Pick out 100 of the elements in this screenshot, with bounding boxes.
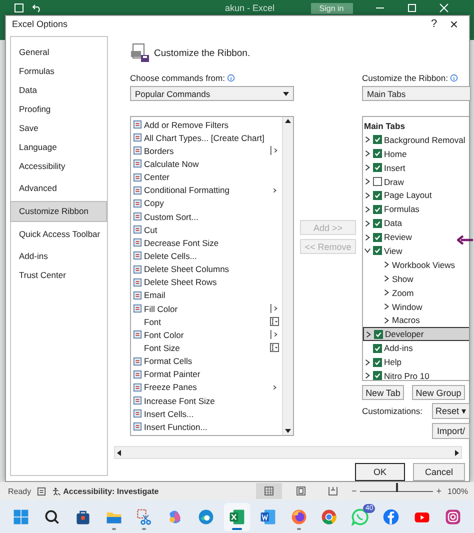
checkbox[interactable] xyxy=(374,330,383,339)
help-button[interactable]: ? xyxy=(427,18,441,30)
undo-icon[interactable] xyxy=(32,3,42,13)
nav-item[interactable]: Formulas xyxy=(11,62,107,81)
checkbox[interactable] xyxy=(373,344,382,353)
command-item[interactable]: Center xyxy=(144,172,170,182)
checkbox[interactable] xyxy=(373,177,382,186)
expand-icon[interactable] xyxy=(364,234,371,241)
tree-item[interactable]: Formulas xyxy=(384,204,420,214)
tree-item[interactable]: Macros xyxy=(392,315,420,326)
nav-item[interactable]: Language xyxy=(11,138,107,157)
tree-item[interactable]: Home xyxy=(384,148,407,159)
new-group-button[interactable]: New Group xyxy=(412,385,465,400)
command-item[interactable]: Copy xyxy=(144,198,164,208)
nav-item[interactable]: Accessibility xyxy=(11,157,107,176)
tree-item[interactable]: Data xyxy=(384,218,402,228)
reset-button[interactable]: Reset ▾ xyxy=(432,403,470,419)
tree-item[interactable]: Add-ins xyxy=(384,343,413,354)
scroll-up-icon[interactable] xyxy=(284,117,292,125)
accessibility-icon[interactable] xyxy=(52,486,62,496)
checkbox[interactable] xyxy=(373,149,382,158)
command-item[interactable]: Cut xyxy=(144,224,158,235)
checkbox[interactable] xyxy=(373,358,382,367)
command-item[interactable]: Insert Cells... xyxy=(144,408,194,419)
command-item[interactable]: All Chart Types... [Create Chart] xyxy=(144,132,264,143)
command-item[interactable]: Borders xyxy=(144,146,174,156)
expand-icon[interactable] xyxy=(364,372,371,380)
ok-button[interactable]: OK xyxy=(355,463,405,481)
expand-icon[interactable] xyxy=(364,192,371,199)
command-item[interactable]: Custom Sort... xyxy=(144,212,198,222)
expand-icon[interactable] xyxy=(364,178,371,185)
tree-item[interactable]: Zoom xyxy=(392,288,414,298)
scroll-right-icon[interactable] xyxy=(453,448,461,456)
tree-item[interactable]: Help xyxy=(384,357,402,368)
scroll-left-icon[interactable] xyxy=(115,448,123,456)
commands-dropdown[interactable]: Popular Commands xyxy=(130,86,294,101)
command-item[interactable]: Font xyxy=(144,316,162,327)
tree-item[interactable]: Page Layout xyxy=(384,190,432,200)
checkbox[interactable] xyxy=(373,232,382,242)
nav-item[interactable]: Save xyxy=(11,119,107,138)
expand-icon[interactable] xyxy=(364,136,371,144)
expand-icon[interactable] xyxy=(364,220,371,227)
checkbox[interactable] xyxy=(373,246,382,256)
command-item[interactable]: Format Cells xyxy=(144,356,192,366)
nav-item[interactable]: Proofing xyxy=(11,100,107,119)
expand-icon[interactable] xyxy=(365,330,372,338)
dropdown-arrow-icon[interactable] xyxy=(283,92,289,96)
checkbox[interactable] xyxy=(373,371,382,380)
import-export-button[interactable]: Import/ xyxy=(432,423,470,439)
command-item[interactable]: Add or Remove Filters xyxy=(144,120,229,130)
accessibility-status[interactable]: Accessibility: Investigate xyxy=(63,486,159,496)
sheet-stats-icon[interactable] xyxy=(37,486,46,496)
nav-item[interactable]: Trust Center xyxy=(11,266,107,285)
command-item[interactable]: Freeze Panes xyxy=(144,382,197,392)
command-item[interactable]: Increase Font Size xyxy=(144,396,215,406)
command-item[interactable]: Font Size xyxy=(144,342,180,353)
tree-item[interactable]: Nitro Pro 10 xyxy=(384,370,430,381)
expand-icon[interactable] xyxy=(364,150,371,158)
vertical-scrollbar[interactable] xyxy=(282,117,293,435)
nav-item[interactable]: Advanced xyxy=(11,179,107,198)
new-tab-button[interactable]: New Tab xyxy=(362,385,404,400)
zoom-in-button[interactable]: + xyxy=(436,486,442,496)
checkbox[interactable] xyxy=(373,163,382,172)
close-icon[interactable] xyxy=(438,3,449,13)
nav-item[interactable]: Data xyxy=(11,81,107,100)
expand-icon[interactable] xyxy=(364,358,371,366)
tree-item[interactable]: Background Removal xyxy=(384,134,466,145)
maximize-icon[interactable] xyxy=(406,3,417,13)
nav-item[interactable]: Quick Access Toolbar xyxy=(11,225,107,244)
command-item[interactable]: Insert Function... xyxy=(144,422,208,432)
command-item[interactable]: Email xyxy=(144,290,166,300)
expand-icon[interactable] xyxy=(364,206,371,213)
command-item[interactable]: Fill Color xyxy=(144,304,178,314)
collapse-icon[interactable] xyxy=(364,247,371,254)
checkbox[interactable] xyxy=(373,190,382,200)
tree-item[interactable]: Review xyxy=(384,232,412,242)
nav-item[interactable]: General xyxy=(11,43,107,62)
tree-item[interactable]: Window xyxy=(392,302,422,312)
nav-item[interactable]: Customize Ribbon xyxy=(10,201,107,222)
horizontal-scrollbar[interactable] xyxy=(114,446,462,459)
command-item[interactable]: Decrease Font Size xyxy=(144,238,219,248)
expand-icon[interactable] xyxy=(364,164,371,172)
ribbon-dropdown[interactable]: Main Tabs xyxy=(362,86,471,101)
tree-item[interactable]: Show xyxy=(392,274,414,284)
save-icon[interactable] xyxy=(14,3,24,13)
zoom-level[interactable]: 100% xyxy=(448,486,468,496)
checkbox[interactable] xyxy=(373,204,382,214)
tree-item[interactable]: View xyxy=(384,246,402,256)
normal-view-icon[interactable] xyxy=(256,483,282,499)
command-item[interactable]: Delete Sheet Rows xyxy=(144,277,217,288)
tree-item[interactable]: Workbook Views xyxy=(392,260,455,270)
zoom-out-button[interactable]: − xyxy=(352,486,357,496)
checkbox[interactable] xyxy=(373,218,382,228)
tree-item[interactable]: Draw xyxy=(384,176,404,186)
cancel-button[interactable]: Cancel xyxy=(413,463,465,481)
close-button[interactable]: × xyxy=(447,16,461,32)
scroll-down-icon[interactable] xyxy=(284,427,292,435)
command-item[interactable]: Calculate Now xyxy=(144,158,199,169)
tree-item[interactable]: Insert xyxy=(384,162,406,173)
command-item[interactable]: Font Color xyxy=(144,330,184,340)
